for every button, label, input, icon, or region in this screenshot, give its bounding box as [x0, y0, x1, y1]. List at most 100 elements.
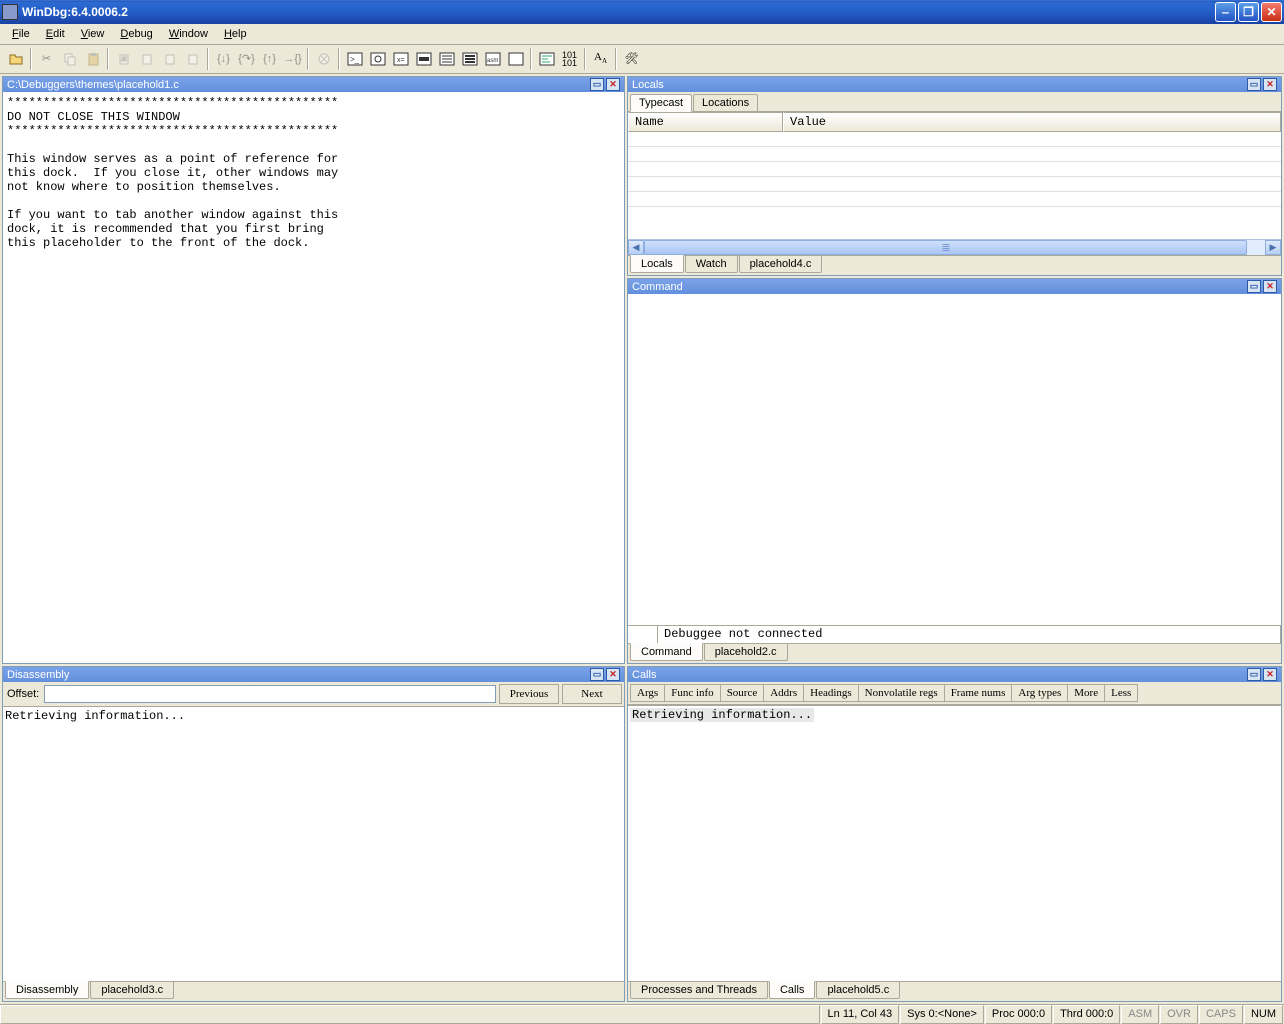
calls-headings-button[interactable]: Headings: [803, 684, 859, 702]
calls-less-button[interactable]: Less: [1104, 684, 1138, 702]
tab-locals[interactable]: Locals: [630, 255, 684, 273]
breakpoint-icon[interactable]: [312, 48, 335, 70]
tab-disassembly[interactable]: Disassembly: [5, 981, 89, 999]
menu-debug[interactable]: Debug: [112, 26, 160, 42]
minimize-button[interactable]: ‒: [1215, 2, 1236, 22]
menu-help[interactable]: Help: [216, 26, 255, 42]
tab-placehold5[interactable]: placehold5.c: [816, 982, 900, 999]
app-icon: [2, 4, 18, 20]
registers-window-icon[interactable]: [412, 48, 435, 70]
previous-button[interactable]: Previous: [499, 684, 559, 704]
calls-argtypes-button[interactable]: Arg types: [1011, 684, 1068, 702]
status-caps: CAPS: [1199, 1005, 1243, 1024]
tab-placehold4[interactable]: placehold4.c: [739, 256, 823, 273]
calls-addrs-button[interactable]: Addrs: [763, 684, 804, 702]
next-button[interactable]: Next: [562, 684, 622, 704]
statusbar: Ln 11, Col 43 Sys 0:<None> Proc 000:0 Th…: [0, 1004, 1284, 1024]
run-to-cursor-icon[interactable]: →{}: [281, 48, 304, 70]
calls-framenums-button[interactable]: Frame nums: [944, 684, 1013, 702]
menu-view[interactable]: View: [73, 26, 113, 42]
memory-window-icon[interactable]: [435, 48, 458, 70]
panel-restore-icon[interactable]: ▭: [590, 78, 604, 91]
offset-input[interactable]: [44, 685, 496, 703]
disassembly-window-icon[interactable]: asm: [481, 48, 504, 70]
menubar: File Edit View Debug Window Help: [0, 24, 1284, 45]
tab-calls[interactable]: Calls: [769, 981, 815, 999]
panel-restore-icon[interactable]: ▭: [590, 668, 604, 681]
panel-close-icon[interactable]: ✕: [1263, 668, 1277, 681]
tab-placehold2[interactable]: placehold2.c: [704, 644, 788, 661]
calls-title: Calls: [632, 669, 1245, 681]
locals-panel: Locals ▭ ✕ Typecast Locations Name Value…: [627, 76, 1282, 276]
callstack-window-icon[interactable]: [458, 48, 481, 70]
panel-close-icon[interactable]: ✕: [1263, 280, 1277, 293]
copy-icon[interactable]: [58, 48, 81, 70]
calls-source-button[interactable]: Source: [720, 684, 765, 702]
source-panel-title: C:\Debuggers\themes\placehold1.c: [7, 79, 588, 91]
scroll-thumb[interactable]: [644, 240, 1247, 255]
panel-close-icon[interactable]: ✕: [1263, 78, 1277, 91]
tab-watch[interactable]: Watch: [685, 256, 738, 273]
stop-icon[interactable]: [158, 48, 181, 70]
calls-funcinfo-button[interactable]: Func info: [664, 684, 720, 702]
workspace: C:\Debuggers\themes\placehold1.c ▭ ✕ ***…: [0, 74, 1284, 1004]
tab-locations[interactable]: Locations: [693, 94, 758, 111]
command-title: Command: [632, 281, 1245, 293]
cut-icon[interactable]: ✂: [35, 48, 58, 70]
panel-close-icon[interactable]: ✕: [606, 78, 620, 91]
scroll-left-icon[interactable]: ◀: [628, 240, 644, 255]
tab-command[interactable]: Command: [630, 643, 703, 661]
go-icon[interactable]: [112, 48, 135, 70]
calls-content[interactable]: Retrieving information...: [628, 705, 1281, 981]
scratch-window-icon[interactable]: [504, 48, 527, 70]
calls-args-button[interactable]: Args: [630, 684, 665, 702]
command-window-icon[interactable]: >_: [343, 48, 366, 70]
binary-icon[interactable]: 101101: [558, 48, 581, 70]
restart-icon[interactable]: [135, 48, 158, 70]
offset-label: Offset:: [5, 688, 41, 700]
tab-placehold3[interactable]: placehold3.c: [90, 982, 174, 999]
locals-window-icon[interactable]: x=: [389, 48, 412, 70]
tab-processes-threads[interactable]: Processes and Threads: [630, 982, 768, 999]
options-icon[interactable]: 🛠: [620, 48, 643, 70]
menu-file[interactable]: File: [4, 26, 38, 42]
locals-hscroll[interactable]: ◀ ▶: [628, 239, 1281, 255]
calls-nonvol-button[interactable]: Nonvolatile regs: [858, 684, 945, 702]
locals-body[interactable]: [628, 132, 1281, 239]
step-into-icon[interactable]: {↓}: [212, 48, 235, 70]
locals-title: Locals: [632, 79, 1245, 91]
watch-window-icon[interactable]: [366, 48, 389, 70]
status-asm: ASM: [1121, 1005, 1159, 1024]
panel-restore-icon[interactable]: ▭: [1247, 668, 1261, 681]
step-over-icon[interactable]: {↷}: [235, 48, 258, 70]
status-message: [0, 1005, 820, 1024]
command-status: Debuggee not connected: [658, 626, 1281, 643]
disassembly-panel: Disassembly ▭ ✕ Offset: Previous Next Re…: [2, 666, 625, 1002]
disassembly-content[interactable]: Retrieving information...: [3, 707, 624, 981]
col-value[interactable]: Value: [783, 112, 1281, 132]
status-ovr: OVR: [1160, 1005, 1198, 1024]
svg-text:>_: >_: [350, 55, 360, 64]
break-icon[interactable]: [181, 48, 204, 70]
source-content[interactable]: ****************************************…: [3, 92, 624, 663]
command-output[interactable]: [628, 294, 1281, 625]
panel-close-icon[interactable]: ✕: [606, 668, 620, 681]
titlebar: WinDbg:6.4.0006.2 ‒ ❐ ✕: [0, 0, 1284, 24]
col-name[interactable]: Name: [628, 112, 783, 132]
panel-restore-icon[interactable]: ▭: [1247, 280, 1261, 293]
scroll-right-icon[interactable]: ▶: [1265, 240, 1281, 255]
panel-restore-icon[interactable]: ▭: [1247, 78, 1261, 91]
paste-icon[interactable]: [81, 48, 104, 70]
close-button[interactable]: ✕: [1261, 2, 1282, 22]
source-mode-icon[interactable]: [535, 48, 558, 70]
command-panel: Command ▭ ✕ Debuggee not connected Comma…: [627, 278, 1282, 664]
command-prompt-box: [628, 626, 658, 643]
tab-typecast[interactable]: Typecast: [630, 94, 692, 112]
open-icon[interactable]: [4, 48, 27, 70]
step-out-icon[interactable]: {↑}: [258, 48, 281, 70]
menu-edit[interactable]: Edit: [38, 26, 73, 42]
calls-more-button[interactable]: More: [1067, 684, 1105, 702]
menu-window[interactable]: Window: [161, 26, 216, 42]
maximize-button[interactable]: ❐: [1238, 2, 1259, 22]
font-icon[interactable]: AA: [589, 48, 612, 70]
